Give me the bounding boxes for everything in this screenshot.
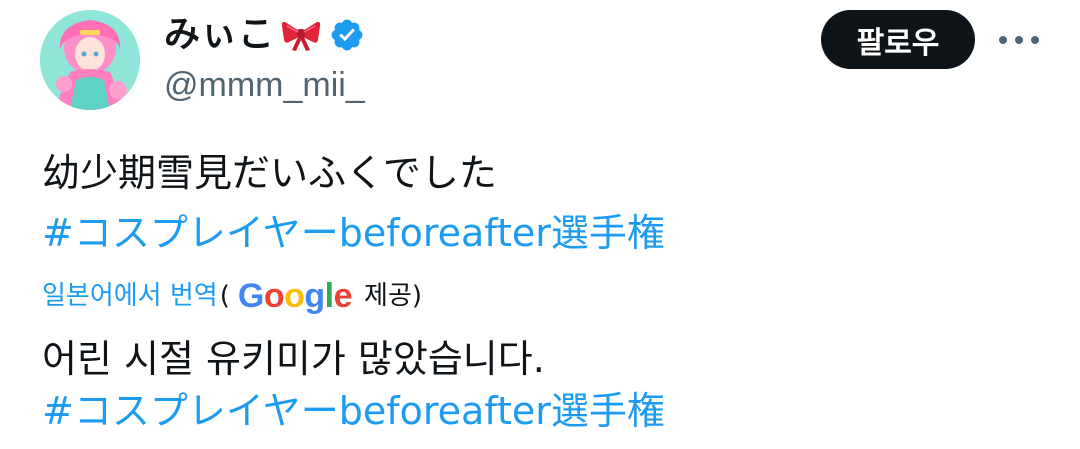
google-logo: Google: [237, 277, 353, 315]
verified-badge-icon[interactable]: [329, 17, 365, 53]
user-handle[interactable]: @mmm_mii_: [164, 64, 365, 106]
translate-link[interactable]: 일본어에서 번역: [42, 276, 218, 316]
open-paren: (: [219, 281, 230, 311]
tweet-card: みぃこ @mmm_mii_ 팔로우 幼少期雪見だいふくでした #コスプレイヤーb…: [0, 0, 1080, 449]
translated-text: 어린 시절 유키미가 많았습니다.: [42, 337, 545, 381]
user-name-row: みぃこ: [164, 14, 365, 56]
follow-button[interactable]: 팔로우: [821, 10, 975, 69]
translation-attribution: 일본어에서 번역 ( Google 제공): [42, 276, 422, 316]
translated-hashtag-link[interactable]: #コスプレイヤーbeforeafter選手権: [42, 388, 665, 434]
hashtag-link[interactable]: #コスプレイヤーbeforeafter選手権: [42, 210, 665, 256]
display-name[interactable]: みぃこ: [164, 14, 275, 56]
provided-label: 제공): [364, 281, 423, 311]
avatar-image: [40, 10, 140, 110]
avatar[interactable]: [40, 10, 140, 110]
ribbon-bow-icon: [281, 18, 321, 52]
tweet-text: 幼少期雪見だいふくでした: [42, 151, 497, 195]
more-dots-icon[interactable]: [996, 22, 1042, 58]
